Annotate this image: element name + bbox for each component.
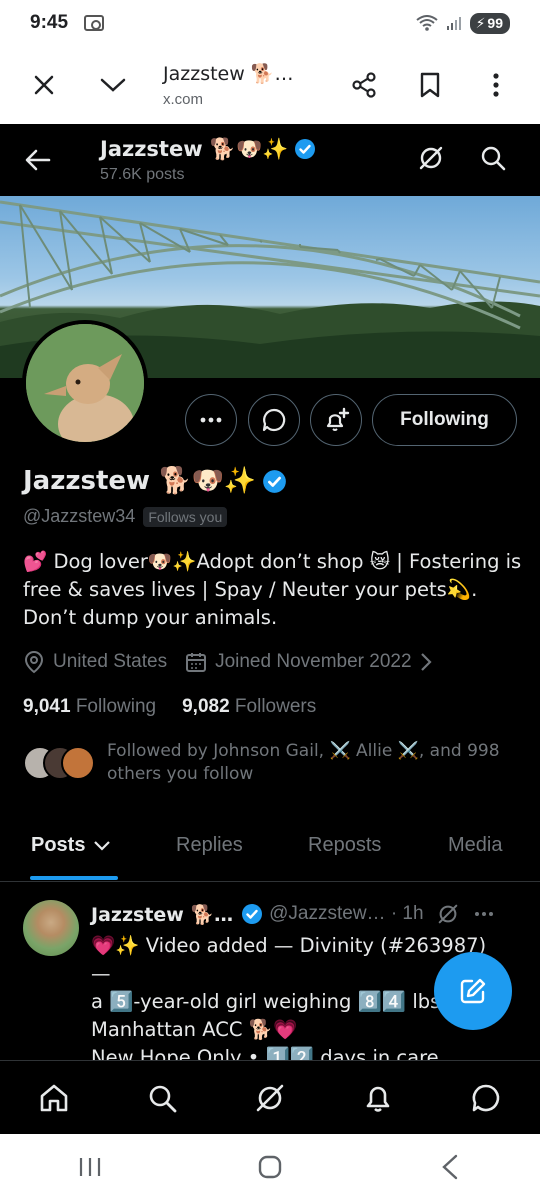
profile-actions: Following: [0, 394, 540, 446]
browser-toolbar: Jazzstew 🐕… x.com: [0, 46, 540, 124]
post-header: Jazzstew 🐕… @Jazzstew… · 1h: [91, 902, 521, 926]
post-more-icon[interactable]: [474, 911, 494, 917]
mutual-avatars: [23, 746, 95, 782]
battery-bolt-icon: ⚡: [475, 14, 486, 31]
following-label: Following: [75, 696, 157, 717]
compose-icon: [460, 978, 486, 1004]
message-button[interactable]: [248, 394, 300, 446]
verified-badge-icon: [242, 904, 263, 924]
status-time: 9:45: [30, 12, 69, 33]
profile-header: Jazzstew 🐕🐶✨ 57.6K posts: [0, 124, 540, 196]
location-icon: [24, 650, 44, 674]
tab-media[interactable]: Media: [448, 834, 502, 857]
search-icon[interactable]: [136, 1072, 188, 1124]
grok-icon[interactable]: [244, 1072, 296, 1124]
followed-by-text: Followed by Johnson Gail, ⚔️ Allie ⚔️, a…: [107, 741, 500, 784]
followers-count: 9,082: [182, 696, 230, 717]
profile-name-row: Jazzstew 🐕🐶✨: [23, 466, 287, 496]
followed-by-row[interactable]: Followed by Johnson Gail, ⚔️ Allie ⚔️, a…: [23, 740, 507, 786]
more-options-button[interactable]: [185, 394, 237, 446]
active-tab-indicator: [30, 876, 118, 880]
profile-bio: 💕 Dog lover🐶✨Adopt don’t shop 😿 | Foster…: [23, 550, 522, 629]
notify-button[interactable]: [310, 394, 362, 446]
tab-replies[interactable]: Replies: [176, 834, 243, 857]
chevron-down-icon[interactable]: [91, 63, 135, 107]
bell-plus-icon: [326, 407, 350, 431]
recents-icon[interactable]: [65, 1147, 115, 1187]
battery-indicator: ⚡ 99: [469, 12, 510, 34]
verified-badge-icon: [263, 469, 287, 493]
browser-title-area[interactable]: Jazzstew 🐕… x.com: [163, 62, 293, 108]
profile-name: Jazzstew 🐕🐶✨: [23, 466, 257, 496]
tab-reposts[interactable]: Reposts: [308, 834, 381, 857]
message-bubble-icon: [262, 408, 286, 432]
calendar-icon: [186, 653, 207, 672]
share-icon[interactable]: [342, 63, 386, 107]
followers-label: Followers: [234, 696, 317, 717]
header-name-row: Jazzstew 🐕🐶✨: [100, 137, 316, 162]
tab-posts-label: Posts: [31, 834, 86, 856]
bell-icon[interactable]: [352, 1072, 404, 1124]
home-icon[interactable]: [28, 1072, 80, 1124]
signal-icon: [446, 15, 462, 31]
compose-button[interactable]: [434, 952, 512, 1030]
wifi-icon: [415, 15, 438, 31]
status-icons: ⚡ 99: [415, 12, 510, 34]
screen-record-icon: [84, 15, 105, 31]
bookmark-icon[interactable]: [408, 63, 452, 107]
chevron-right-icon[interactable]: [420, 652, 432, 672]
profile-handle: @Jazzstew34: [23, 506, 136, 526]
bottom-navigation: [0, 1060, 540, 1134]
system-back-icon[interactable]: [425, 1147, 475, 1187]
header-post-count: 57.6K posts: [100, 165, 185, 183]
back-icon[interactable]: [22, 144, 54, 176]
status-bar: 9:45 ⚡ 99: [0, 0, 540, 46]
battery-level: 99: [487, 15, 503, 31]
close-icon[interactable]: [22, 63, 66, 107]
following-count: 9,041: [23, 696, 71, 717]
handle-row: @Jazzstew34 Follows you: [23, 506, 228, 527]
grok-icon[interactable]: [418, 145, 444, 176]
messages-icon[interactable]: [460, 1072, 512, 1124]
grok-icon[interactable]: [436, 902, 460, 926]
browser-page-title: Jazzstew 🐕…: [163, 63, 294, 85]
header-name: Jazzstew 🐕🐶✨: [100, 136, 289, 161]
browser-url: x.com: [163, 91, 204, 108]
post-author-name: Jazzstew 🐕…: [91, 903, 234, 926]
home-button-icon[interactable]: [245, 1147, 295, 1187]
following-button[interactable]: Following: [372, 394, 517, 446]
post-avatar[interactable]: [23, 900, 79, 956]
follows-you-badge: Follows you: [143, 506, 228, 527]
profile-joined: Joined November 2022: [215, 651, 412, 672]
tab-posts[interactable]: Posts: [31, 834, 111, 857]
profile-location: United States: [53, 651, 168, 672]
profile-meta: United States Joined November 2022: [23, 650, 432, 674]
profile-tabs: Posts Replies Reposts Media: [0, 818, 540, 882]
followers-count-link[interactable]: 9,082 Followers: [182, 696, 316, 718]
search-icon[interactable]: [480, 145, 506, 176]
chevron-down-icon: [94, 840, 111, 851]
following-count-link[interactable]: 9,041 Following: [23, 696, 156, 718]
system-navigation: [0, 1134, 540, 1200]
post-handle-time: @Jazzstew… · 1h: [269, 903, 424, 924]
follow-counts: 9,041 Following 9,082 Followers: [23, 696, 316, 718]
verified-badge-icon: [295, 139, 316, 159]
more-horizontal-icon: [200, 417, 222, 423]
avatar: [61, 746, 95, 780]
more-icon[interactable]: [474, 63, 518, 107]
